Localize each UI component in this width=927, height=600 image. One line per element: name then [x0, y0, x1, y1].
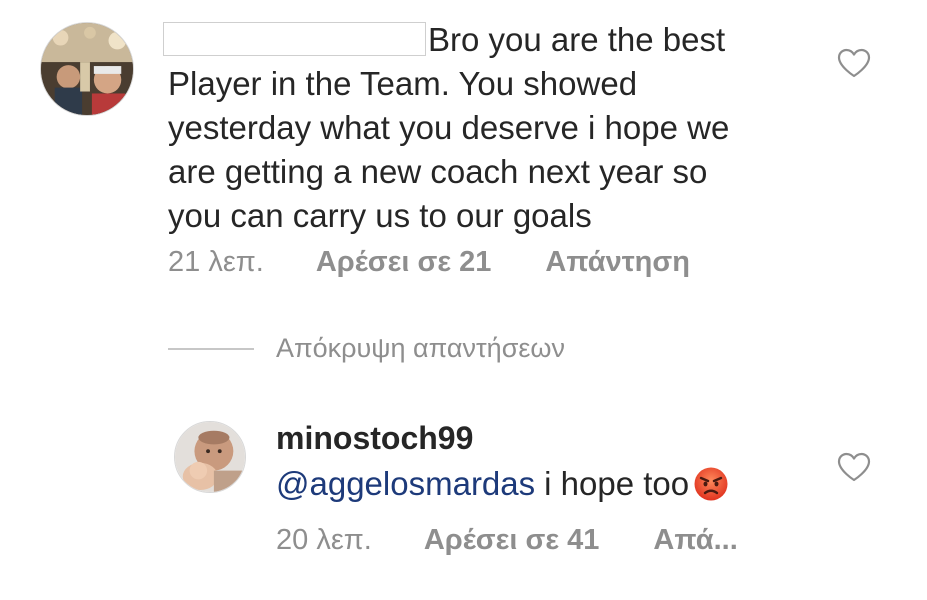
- reply-avatar[interactable]: [174, 421, 246, 493]
- angry-face-icon: [693, 466, 729, 502]
- reply-meta: 20 λεπ. Αρέσει σε 41 Απά...: [276, 524, 738, 557]
- reply-username[interactable]: minostoch99: [276, 420, 473, 457]
- hide-replies-divider: [168, 347, 254, 350]
- hide-replies-label: Απόκρυψη απαντήσεων: [276, 333, 565, 363]
- reply-mention-link[interactable]: @aggelosmardas: [276, 465, 535, 503]
- reply-reply-button[interactable]: Απά...: [653, 524, 737, 557]
- reply-avatar-photo: [175, 422, 245, 492]
- commenter-avatar[interactable]: [40, 22, 134, 116]
- comment-reply-button[interactable]: Απάντηση: [545, 246, 690, 279]
- comment-likes-link[interactable]: Αρέσει σε 21: [316, 246, 492, 279]
- commenter-avatar-photo: [41, 23, 133, 115]
- reply-like-heart-icon[interactable]: [837, 452, 871, 482]
- comment-text: Bro you are the best Player in the Team.…: [168, 21, 730, 234]
- reply-timestamp: 20 λεπ.: [276, 524, 372, 556]
- reply-body: i hope too: [544, 465, 690, 502]
- reply-likes-link[interactable]: Αρέσει σε 41: [424, 524, 600, 557]
- hide-replies-button[interactable]: Απόκρυψη απαντήσεων: [168, 333, 565, 364]
- comment-timestamp: 21 λεπ.: [168, 246, 264, 278]
- comment-meta: 21 λεπ. Αρέσει σε 21 Απάντηση: [168, 246, 690, 279]
- reply-text: @aggelosmardas i hope too: [276, 465, 729, 503]
- like-heart-icon[interactable]: [837, 48, 871, 78]
